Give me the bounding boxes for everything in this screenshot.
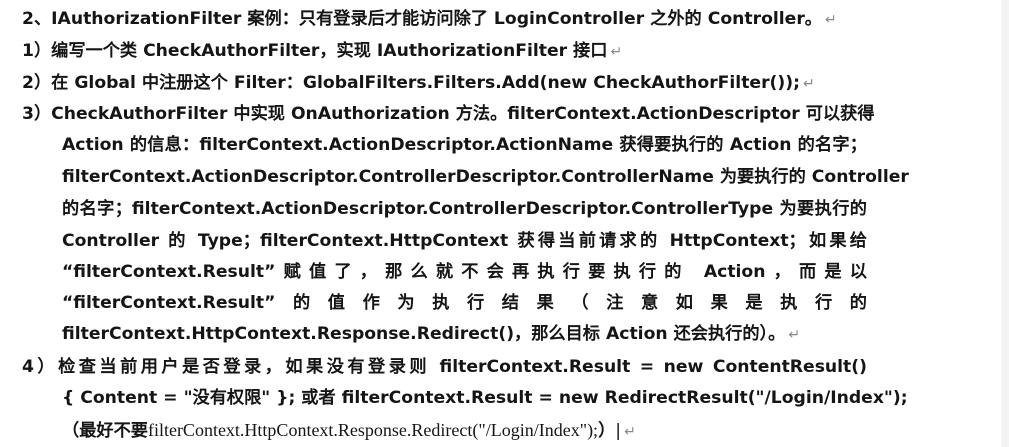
step-2-text: 2）在 Global 中注册这个 Filter：GlobalFilters.Fi… bbox=[22, 73, 800, 93]
step-3-line-6: “filterContext.Result”赋值了，那么就不会再执行要执行的 A… bbox=[62, 262, 867, 282]
document-page: 2、IAuthorizationFilter 案例：只有登录后才能访问除了 Lo… bbox=[0, 0, 1009, 447]
step-3-line-3: filterContext.ActionDescriptor.Controlle… bbox=[62, 167, 909, 187]
step-4-line-2: { Content = "没有权限" }; 或者 filterContext.R… bbox=[62, 388, 908, 408]
step-3-line-8-wrap: filterContext.HttpContext.Response.Redir… bbox=[62, 323, 800, 346]
step-4-line-3: （最好不要filterContext.HttpContext.Response.… bbox=[62, 419, 636, 443]
step-3-line-5: Controller 的 Type；filterContext.HttpCont… bbox=[62, 231, 867, 251]
step-3-line-4: 的名字；filterContext.ActionDescriptor.Contr… bbox=[62, 199, 867, 219]
step-4-code: filterContext.HttpContext.Response.Redir… bbox=[147, 420, 599, 440]
step-2-line: 2）在 Global 中注册这个 Filter：GlobalFilters.Fi… bbox=[22, 72, 815, 95]
step-3-line-7: “filterContext.Result”的值作为执行结果（注意如果是执行的 bbox=[62, 293, 867, 313]
step-4-prefix: （最好不要 bbox=[62, 421, 148, 441]
heading-line: 2、IAuthorizationFilter 案例：只有登录后才能访问除了 Lo… bbox=[22, 8, 837, 31]
step-4-line-1: 4）检查当前用户是否登录，如果没有登录则 filterContext.Resul… bbox=[22, 357, 867, 377]
text-cursor-icon: | bbox=[615, 421, 622, 441]
paragraph-mark-icon: ↵ bbox=[788, 327, 801, 343]
step-3-line-8: filterContext.HttpContext.Response.Redir… bbox=[62, 324, 786, 344]
paragraph-mark-icon: ↵ bbox=[802, 76, 815, 92]
paragraph-mark-icon: ↵ bbox=[824, 12, 837, 28]
step-3-line-1: 3）CheckAuthorFilter 中实现 OnAuthorization … bbox=[22, 104, 875, 124]
step-1-text: 1）编写一个类 CheckAuthorFilter，实现 IAuthorizat… bbox=[22, 41, 608, 61]
paragraph-mark-icon: ↵ bbox=[624, 424, 636, 440]
step-1-line: 1）编写一个类 CheckAuthorFilter，实现 IAuthorizat… bbox=[22, 40, 622, 63]
scrollbar[interactable] bbox=[1001, 0, 1009, 447]
heading-text: 2、IAuthorizationFilter 案例：只有登录后才能访问除了 Lo… bbox=[22, 9, 822, 29]
paragraph-mark-icon: ↵ bbox=[610, 44, 623, 60]
step-4-suffix: ） bbox=[598, 421, 616, 441]
step-3-line-2: Action 的信息：filterContext.ActionDescripto… bbox=[62, 135, 867, 155]
